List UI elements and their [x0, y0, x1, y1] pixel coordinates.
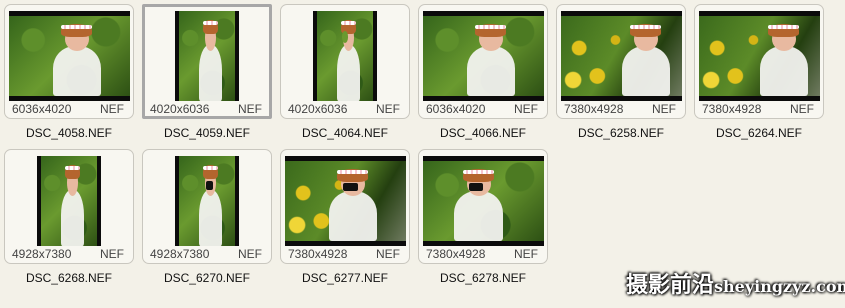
file-resolution: 7380x4928 [564, 102, 624, 116]
selected-file-frame[interactable]: 4020x6036 NEF [142, 4, 272, 119]
file-thumbnail[interactable] [175, 156, 239, 246]
file-thumbnail[interactable] [423, 11, 544, 101]
file-item[interactable]: 4928x7380 NEF DSC_6270.NEF [142, 149, 272, 291]
file-resolution: 6036x4020 [12, 102, 72, 116]
watermark-cn: 摄影前沿 [626, 272, 715, 298]
file-frame[interactable]: 4928x7380 NEF [4, 149, 134, 264]
file-extension-badge: NEF [100, 102, 124, 116]
file-extension-badge: NEF [652, 102, 676, 116]
file-name[interactable]: DSC_4064.NEF [280, 126, 410, 140]
file-extension-badge: NEF [238, 247, 262, 261]
file-frame[interactable]: 7380x4928 NEF [694, 4, 824, 119]
file-thumbnail[interactable] [699, 11, 820, 101]
file-extension-badge: NEF [238, 102, 262, 116]
file-name[interactable]: DSC_6268.NEF [4, 271, 134, 285]
file-resolution: 4020x6036 [288, 102, 348, 116]
file-extension-badge: NEF [100, 247, 124, 261]
file-name[interactable]: DSC_6258.NEF [556, 126, 686, 140]
file-resolution: 7380x4928 [288, 247, 348, 261]
file-item[interactable]: 4020x6036 NEF DSC_4064.NEF [280, 4, 410, 146]
file-frame[interactable]: 7380x4928 NEF [418, 149, 548, 264]
file-name[interactable]: DSC_6264.NEF [694, 126, 824, 140]
watermark-logo: 摄影前沿sheyingzyz.com [626, 268, 845, 302]
file-extension-badge: NEF [514, 247, 538, 261]
file-item[interactable]: 4020x6036 NEF DSC_4059.NEF [142, 4, 272, 146]
file-frame[interactable]: 7380x4928 NEF [280, 149, 410, 264]
file-resolution: 7380x4928 [702, 102, 762, 116]
file-thumbnail[interactable] [313, 11, 377, 101]
file-thumbnail[interactable] [175, 11, 239, 101]
file-extension-badge: NEF [514, 102, 538, 116]
file-name[interactable]: DSC_6277.NEF [280, 271, 410, 285]
file-item[interactable]: 7380x4928 NEF DSC_6277.NEF [280, 149, 410, 291]
file-item[interactable]: 7380x4928 NEF DSC_6264.NEF [694, 4, 824, 146]
file-resolution: 4928x7380 [12, 247, 72, 261]
file-thumbnail[interactable] [9, 11, 130, 101]
file-frame[interactable]: 6036x4020 NEF [4, 4, 134, 119]
file-thumbnail[interactable] [561, 11, 682, 101]
file-frame[interactable]: 4928x7380 NEF [142, 149, 272, 264]
file-frame[interactable]: 4020x6036 NEF [280, 4, 410, 119]
file-thumbnail[interactable] [423, 156, 544, 246]
file-resolution: 4928x7380 [150, 247, 210, 261]
file-frame[interactable]: 6036x4020 NEF [418, 4, 548, 119]
file-thumbnail[interactable] [37, 156, 101, 246]
file-resolution: 4020x6036 [150, 102, 210, 116]
file-name[interactable]: DSC_6278.NEF [418, 271, 548, 285]
file-thumbnail[interactable] [285, 156, 406, 246]
file-extension-badge: NEF [790, 102, 814, 116]
file-resolution: 7380x4928 [426, 247, 486, 261]
watermark-en: sheyingzyz.com [714, 277, 845, 296]
file-item[interactable]: 7380x4928 NEF DSC_6278.NEF [418, 149, 548, 291]
file-name[interactable]: DSC_4058.NEF [4, 126, 134, 140]
file-grid: 6036x4020 NEF DSC_4058.NEF 4020x6036 NEF DSC… [0, 0, 845, 308]
file-frame[interactable]: 7380x4928 NEF [556, 4, 686, 119]
file-resolution: 6036x4020 [426, 102, 486, 116]
file-name[interactable]: DSC_4066.NEF [418, 126, 548, 140]
file-extension-badge: NEF [376, 102, 400, 116]
file-extension-badge: NEF [376, 247, 400, 261]
file-item[interactable]: 6036x4020 NEF DSC_4066.NEF [418, 4, 548, 146]
file-item[interactable]: 7380x4928 NEF DSC_6258.NEF [556, 4, 686, 146]
file-item[interactable]: 6036x4020 NEF DSC_4058.NEF [4, 4, 134, 146]
file-name[interactable]: DSC_4059.NEF [142, 126, 272, 140]
file-item[interactable]: 4928x7380 NEF DSC_6268.NEF [4, 149, 134, 291]
file-name[interactable]: DSC_6270.NEF [142, 271, 272, 285]
